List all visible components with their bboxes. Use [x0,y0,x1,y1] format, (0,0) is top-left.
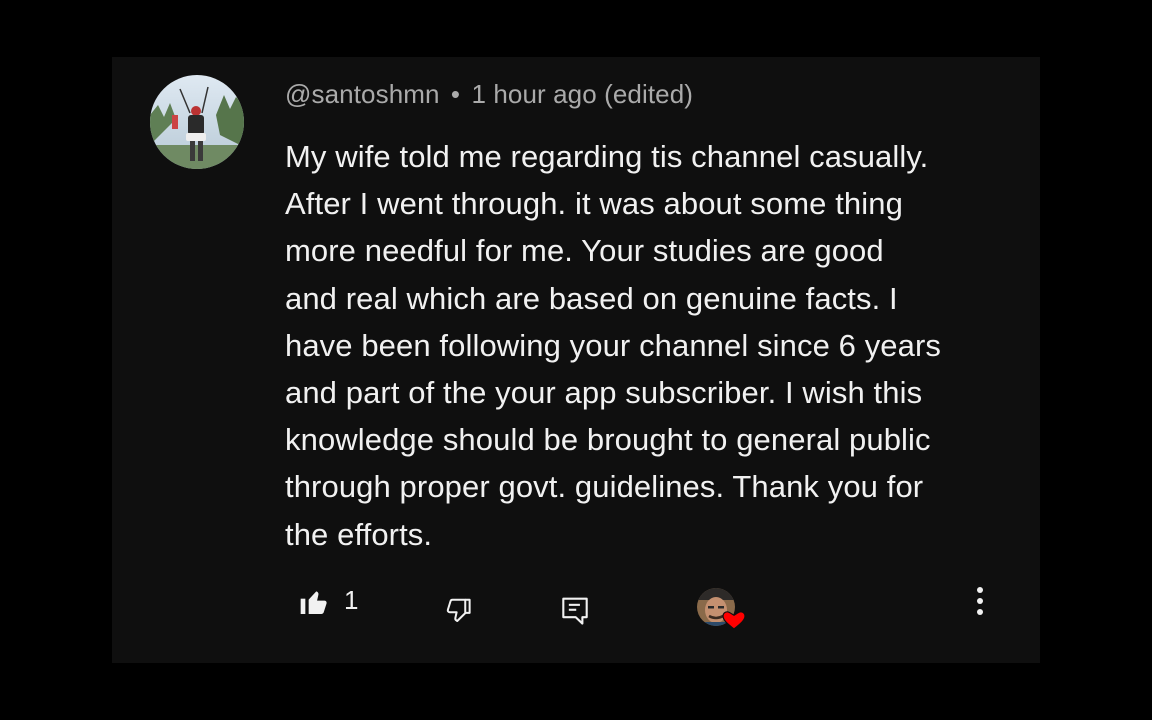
author-handle[interactable]: @santoshmn [285,79,440,109]
comment-timestamp[interactable]: 1 hour ago [471,79,596,109]
author-avatar[interactable] [150,75,244,169]
avatar-photo [150,75,244,169]
comment-text: My wife told me regarding tis channel ca… [285,139,942,552]
creator-heart-avatar[interactable] [696,588,750,632]
dislike-button[interactable] [444,596,474,631]
comment-actions: 1 [112,582,1040,632]
reply-comment-icon [560,595,590,632]
more-vert-icon [970,586,990,623]
meta-separator: • [450,79,461,109]
like-count: 1 [344,585,359,615]
reply-button[interactable] [560,595,590,632]
like-button[interactable]: 1 [298,585,359,623]
more-options-button[interactable] [970,586,990,623]
comment-meta: @santoshmn • 1 hour ago (edited) [285,79,693,110]
edited-label: (edited) [604,79,694,109]
thumb-down-outline-icon [444,596,474,631]
thumb-up-filled-icon [298,586,330,623]
comment-card: @santoshmn • 1 hour ago (edited) My wife… [112,57,1040,663]
